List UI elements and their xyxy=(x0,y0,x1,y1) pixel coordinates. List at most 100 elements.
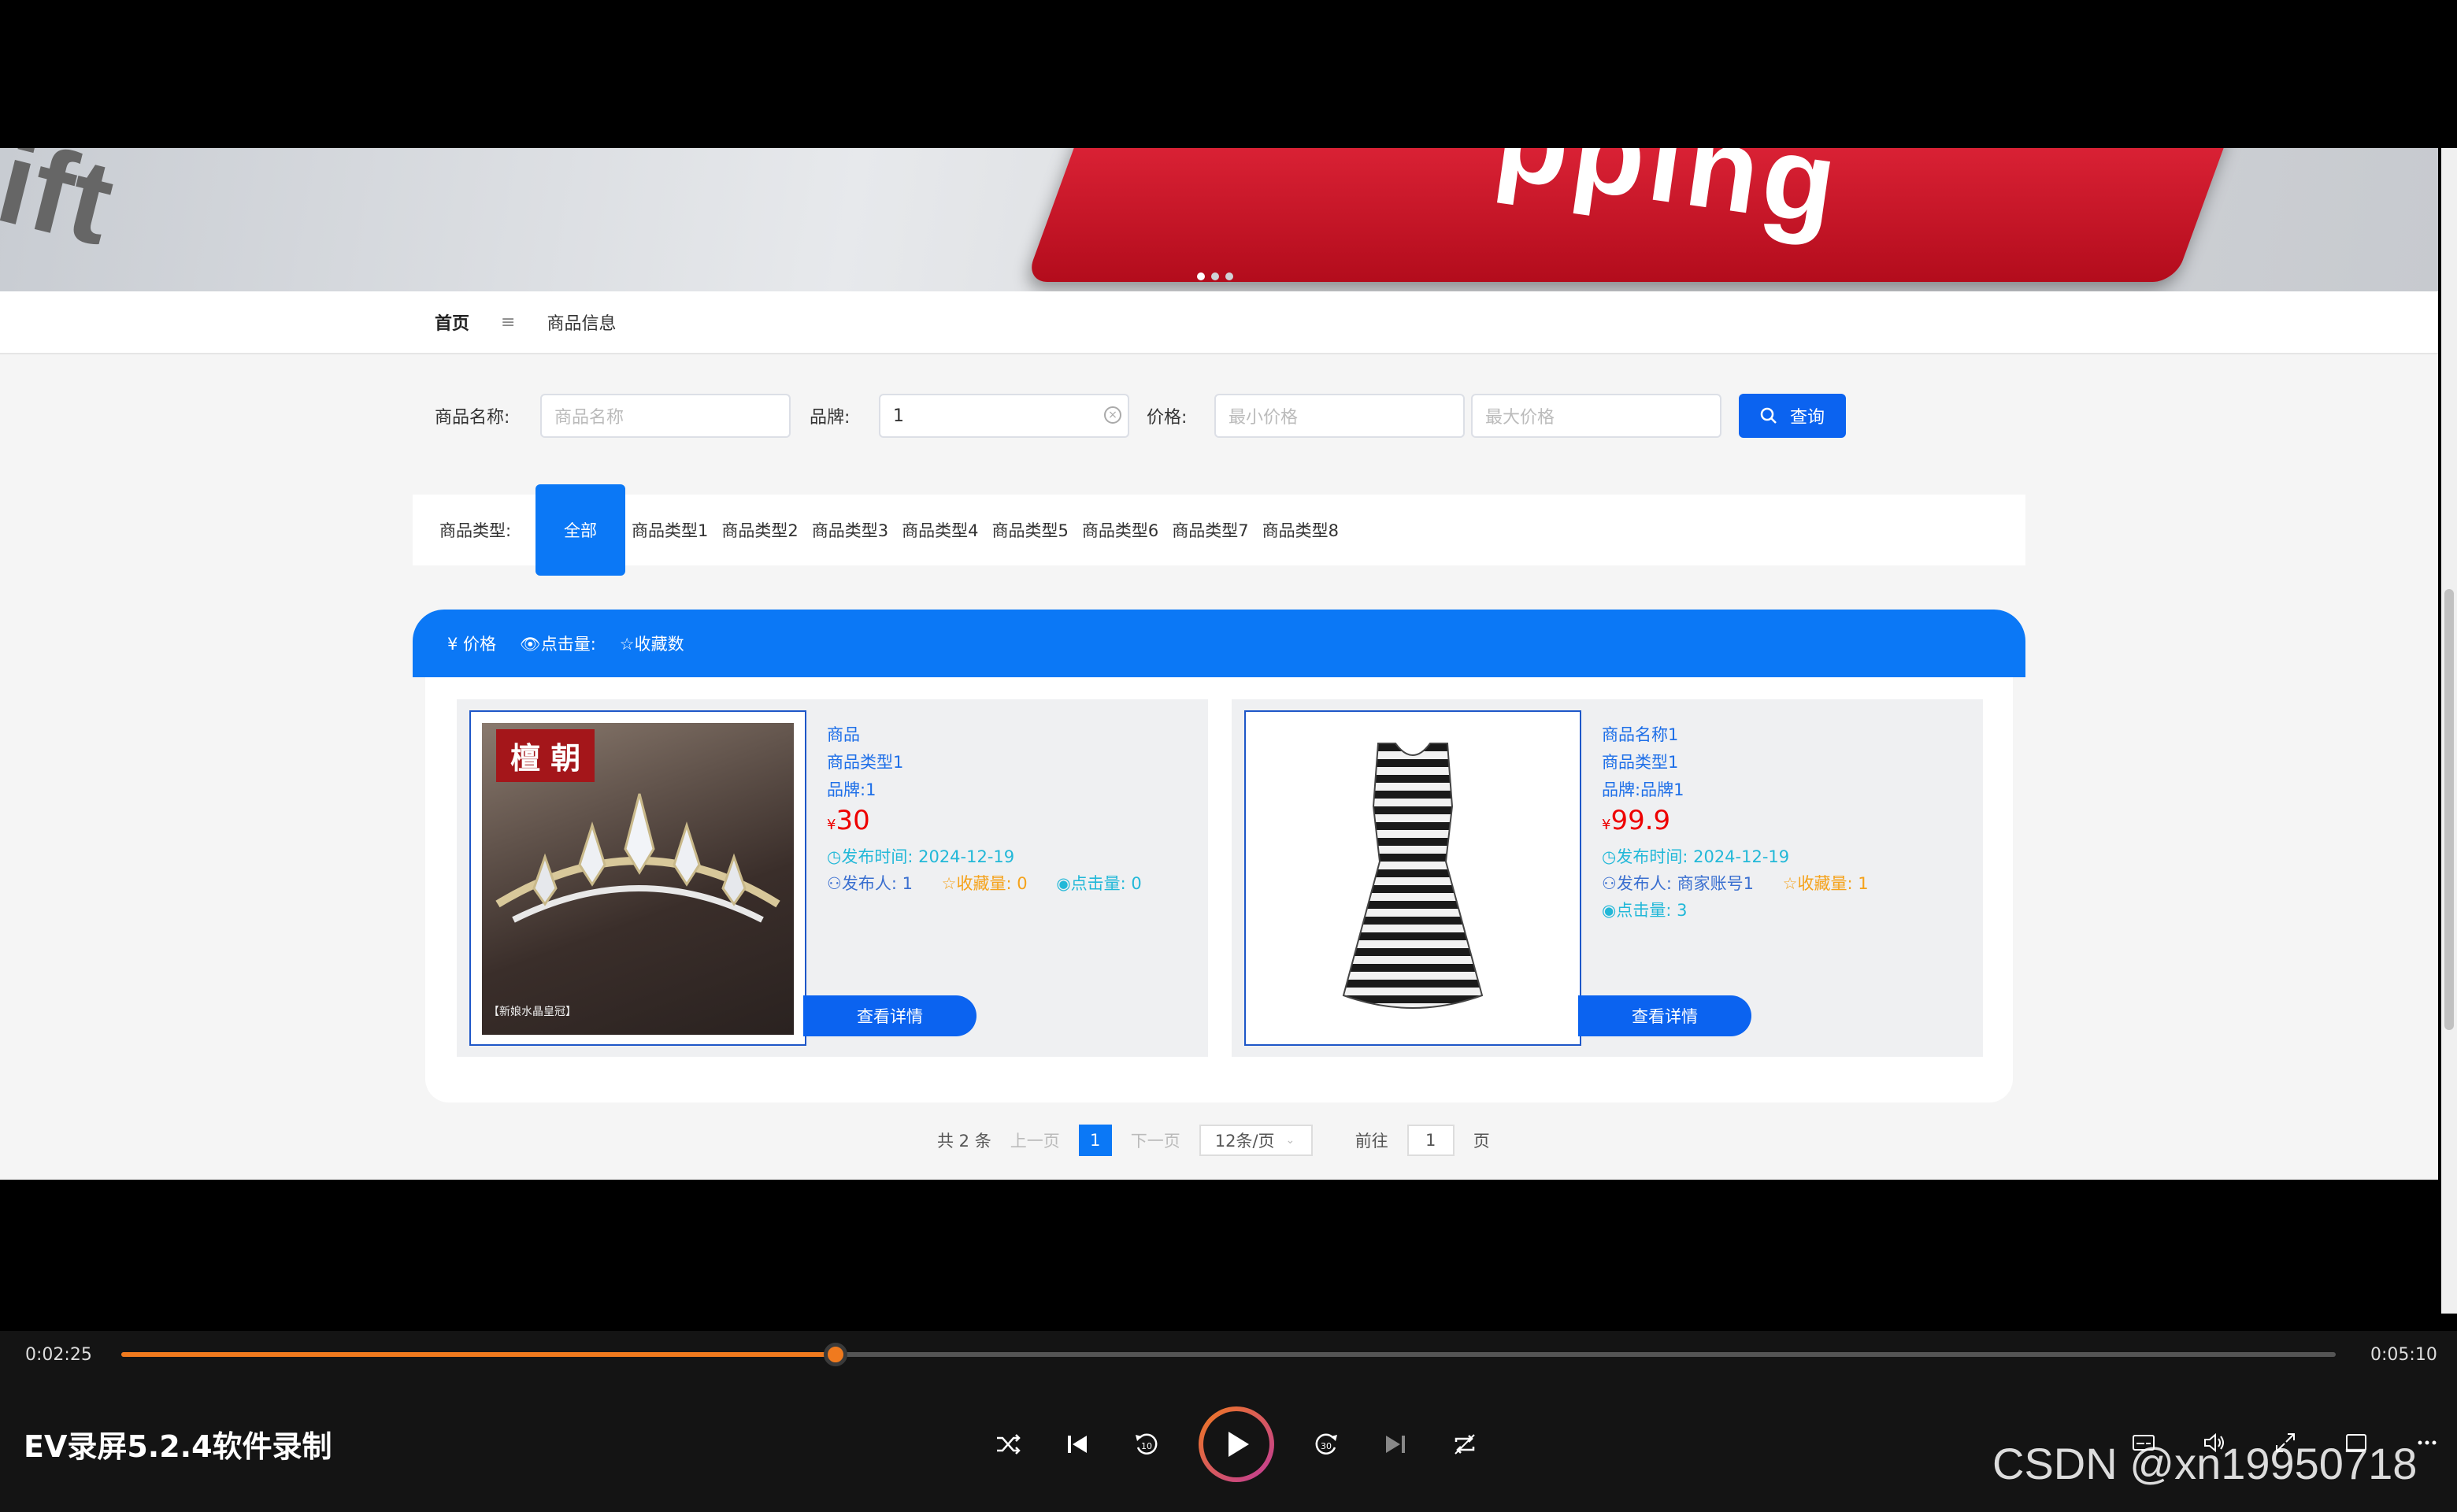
brand-label: 品牌: xyxy=(810,408,850,428)
view-detail-button[interactable]: 查看详情 xyxy=(803,995,976,1036)
dress-photo xyxy=(1342,743,1484,1009)
type-item[interactable]: 商品类型4 xyxy=(902,518,978,542)
product-image[interactable]: 檀 朝 【新娘水晶皇冠】 xyxy=(469,710,806,1046)
search-button-label: 查询 xyxy=(1789,408,1825,428)
pager-page[interactable]: 1 xyxy=(1078,1125,1112,1156)
type-item[interactable]: 商品类型6 xyxy=(1082,518,1158,542)
banner-carousel[interactable]: ift pping xyxy=(0,148,2438,291)
sort-favorites[interactable]: ☆收藏数 xyxy=(620,632,684,655)
sort-clicks-label: 点击量: xyxy=(540,635,596,654)
sort-price[interactable]: ¥ 价格 xyxy=(447,632,496,655)
user-icon: ⚇ xyxy=(827,874,842,893)
video-player-bar: 0:02:25 0:05:10 EV录屏5.2.4软件录制 10 30 CSDN… xyxy=(0,1331,2457,1512)
publisher-label: 发布人: xyxy=(1616,874,1672,893)
price-value: 99.9 xyxy=(1610,805,1671,836)
product-list: 檀 朝 【新娘水晶皇冠】 商品 商品类型1 品牌:1 ¥30 ◷发布时间: 20… xyxy=(425,677,2013,1102)
page-size-value: 12条/页 xyxy=(1214,1132,1275,1151)
eye-icon: ◉ xyxy=(1056,874,1071,893)
page-size-select[interactable]: 12条/页 ⌄ xyxy=(1199,1125,1313,1156)
favorites-value: 1 xyxy=(1858,874,1869,893)
sort-bar: ¥ 价格 👁点击量: ☆收藏数 xyxy=(413,610,2025,677)
type-item[interactable]: 商品类型1 xyxy=(632,518,708,542)
clear-icon[interactable]: × xyxy=(1104,406,1121,424)
product-name[interactable]: 商品 xyxy=(827,721,1142,749)
chevron-down-icon: ⌄ xyxy=(1285,1134,1295,1147)
product-type: 商品类型1 xyxy=(1602,753,1679,772)
progress-track[interactable] xyxy=(121,1343,2336,1366)
banner-text-left: ift xyxy=(0,148,126,270)
type-all[interactable]: 全部 xyxy=(536,484,625,576)
type-item[interactable]: 商品类型8 xyxy=(1262,518,1339,542)
carousel-dot[interactable] xyxy=(1225,272,1233,280)
product-card: 檀 朝 【新娘水晶皇冠】 商品 商品类型1 品牌:1 ¥30 ◷发布时间: 20… xyxy=(457,699,1208,1057)
product-stats: ⚇发布人: 1 ☆收藏量: 0 ◉点击量: 0 xyxy=(827,870,1142,897)
progress-knob[interactable] xyxy=(824,1343,848,1366)
next-icon[interactable] xyxy=(1378,1427,1413,1462)
play-button[interactable] xyxy=(1199,1406,1274,1482)
product-info: 商品名称1 商品类型1 品牌:品牌1 ¥99.9 ◷发布时间: 2024-12-… xyxy=(1602,721,1869,924)
clicks-value: 0 xyxy=(1131,874,1142,893)
publish-time-label: 发布时间: xyxy=(1616,847,1688,866)
carousel-dots xyxy=(1197,272,1233,280)
price-label: 价格: xyxy=(1147,408,1188,428)
current-time: 0:02:25 xyxy=(25,1345,92,1365)
image-caption: 【新娘水晶皇冠】 xyxy=(488,1006,576,1018)
watermark: CSDN @xn19950718 xyxy=(1992,1439,2418,1488)
crown-icon xyxy=(495,793,780,923)
pager-prev[interactable]: 上一页 xyxy=(1010,1128,1060,1152)
favorites-label: 收藏量: xyxy=(1797,874,1853,893)
product-card: 商品名称1 商品类型1 品牌:品牌1 ¥99.9 ◷发布时间: 2024-12-… xyxy=(1232,699,1983,1057)
favorites-value: 0 xyxy=(1017,874,1028,893)
pager-next[interactable]: 下一页 xyxy=(1131,1128,1180,1152)
name-input[interactable]: 商品名称 xyxy=(540,394,791,438)
eye-icon: 👁 xyxy=(520,635,541,654)
product-price: ¥99.9 xyxy=(1602,807,1869,839)
breadcrumb-current: 商品信息 xyxy=(547,314,617,334)
sort-clicks[interactable]: 👁点击量: xyxy=(520,632,596,655)
shuffle-icon[interactable] xyxy=(991,1427,1025,1462)
publisher: ⚇发布人: 商家账号1 xyxy=(1602,874,1754,893)
rewind-10-icon[interactable]: 10 xyxy=(1129,1427,1164,1462)
pager-goto-input[interactable]: 1 xyxy=(1406,1125,1455,1156)
clicks-label: 点击量: xyxy=(1070,874,1126,893)
breadcrumb-home[interactable]: 首页 xyxy=(435,309,469,335)
name-label: 商品名称: xyxy=(435,408,510,428)
view-detail-button[interactable]: 查看详情 xyxy=(1578,995,1751,1036)
publish-time-label: 发布时间: xyxy=(841,847,914,866)
search-button[interactable]: 查询 xyxy=(1739,394,1846,438)
repeat-icon[interactable] xyxy=(1447,1427,1482,1462)
type-item[interactable]: 商品类型7 xyxy=(1172,518,1248,542)
carousel-dot[interactable] xyxy=(1211,272,1219,280)
type-item[interactable]: 商品类型3 xyxy=(812,518,888,542)
max-price-input[interactable]: 最大价格 xyxy=(1471,394,1721,438)
pagination: 共 2 条 上一页 1 下一页 12条/页 ⌄ 前往 1 页 xyxy=(937,1125,1490,1156)
page-scrollbar[interactable] xyxy=(2441,148,2457,1314)
clicks: ◉点击量: 3 xyxy=(1602,897,1869,924)
brand-input[interactable]: 1 × xyxy=(879,394,1129,438)
star-icon: ☆ xyxy=(619,635,635,654)
publish-time-value: 2024-12-19 xyxy=(1693,847,1790,866)
favorites: ☆收藏量: 0 xyxy=(942,874,1028,893)
product-brand: 品牌:1 xyxy=(827,780,876,799)
previous-icon[interactable] xyxy=(1060,1427,1095,1462)
breadcrumb: 首页 ≡ 商品信息 xyxy=(0,291,2438,354)
product-name[interactable]: 商品名称1 xyxy=(1602,721,1869,749)
clicks: ◉点击量: 0 xyxy=(1056,874,1141,893)
min-price-input[interactable]: 最小价格 xyxy=(1214,394,1465,438)
player-title: EV录屏5.2.4软件录制 xyxy=(24,1429,332,1464)
playback-controls: 10 30 xyxy=(991,1406,1482,1482)
type-filter: 商品类型: 全部 商品类型1 商品类型2 商品类型3 商品类型4 商品类型5 商… xyxy=(413,484,2025,576)
scrollbar-thumb[interactable] xyxy=(2444,589,2454,1030)
carousel-dot[interactable] xyxy=(1197,272,1205,280)
svg-text:30: 30 xyxy=(1321,1441,1332,1451)
product-image[interactable] xyxy=(1244,710,1581,1046)
pager-unit: 页 xyxy=(1473,1132,1490,1151)
product-stats: ⚇发布人: 商家账号1 ☆收藏量: 1 xyxy=(1602,870,1869,897)
publish-time-value: 2024-12-19 xyxy=(918,847,1015,866)
screen: ift pping 首页 ≡ 商品信息 商品名称: 商品名称 品牌: 1 × 价… xyxy=(0,0,2457,1512)
type-item[interactable]: 商品类型5 xyxy=(992,518,1069,542)
clock-icon: ◷ xyxy=(1602,847,1617,866)
forward-30-icon[interactable]: 30 xyxy=(1309,1427,1343,1462)
type-item[interactable]: 商品类型2 xyxy=(721,518,798,542)
favorites: ☆收藏量: 1 xyxy=(1783,874,1869,893)
